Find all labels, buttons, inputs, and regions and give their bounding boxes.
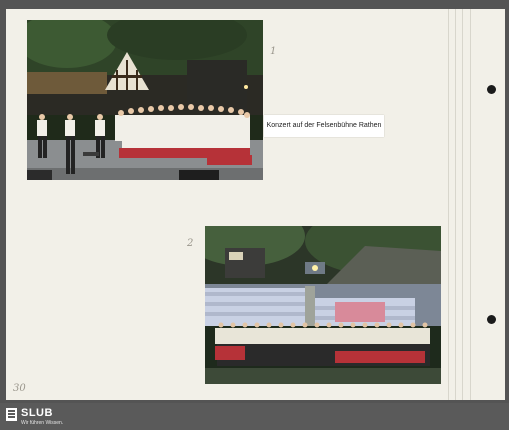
page-edge-line <box>455 9 456 400</box>
photo-number-1: 1 <box>270 46 277 57</box>
photo-caption: Konzert auf der Felsenbühne Rathen <box>264 115 384 137</box>
open-air-theater-photo <box>205 226 441 384</box>
photo-number-2: 2 <box>187 238 194 249</box>
punch-hole <box>487 85 496 94</box>
slub-logo-tagline: Wir führen Wissen. <box>21 420 64 426</box>
punch-hole <box>487 315 496 324</box>
page-edge-line <box>470 9 471 400</box>
choir-stage-image <box>27 20 263 180</box>
page-edge-line <box>462 9 463 400</box>
page-number: 30 <box>13 383 26 394</box>
footer-bar: SLUB Wir führen Wissen. <box>0 403 509 430</box>
slub-logo-icon <box>6 408 17 421</box>
choir-stage-photo <box>27 20 263 180</box>
slub-logo-name: SLUB <box>21 407 53 419</box>
open-air-theater-image <box>205 226 441 384</box>
page-edge-line <box>448 9 449 400</box>
